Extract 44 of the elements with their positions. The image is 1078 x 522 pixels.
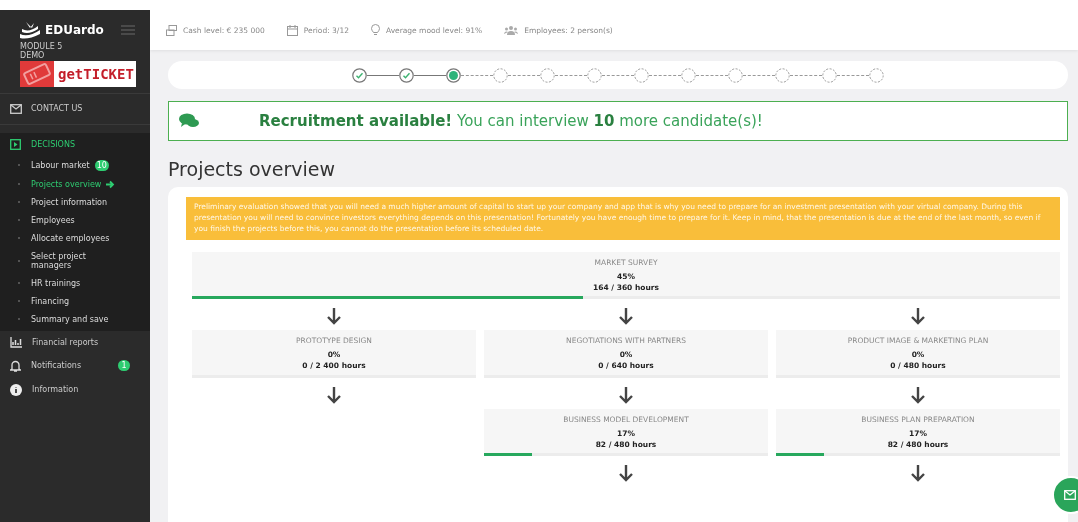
company-logo: getTICKET: [20, 60, 136, 87]
banner-text: Recruitment available! You can interview 10 more candidate(s)!: [259, 112, 763, 130]
nav-subitem[interactable]: Projects overview: [0, 175, 150, 194]
arrow-down-icon: [910, 307, 926, 326]
page-title: Projects overview: [168, 158, 337, 180]
count-badge: 10: [94, 159, 109, 171]
lightbulb-icon: [370, 24, 380, 36]
info-icon: [10, 383, 22, 396]
chart-icon: [10, 336, 22, 348]
nav-subitem[interactable]: Employees: [0, 211, 150, 230]
arrow-down-icon: [618, 464, 634, 483]
arrow-right-icon: [106, 179, 116, 189]
arrow-down-icon: [618, 385, 634, 404]
bell-icon: [10, 359, 21, 372]
people-icon: [504, 24, 519, 36]
contact-link[interactable]: CONTACT US: [0, 92, 150, 125]
logo-icon: [18, 20, 42, 40]
nav-subitem[interactable]: Labour market 10: [0, 155, 150, 176]
nav-item[interactable]: Information: [0, 377, 150, 402]
count-badge: 1: [118, 360, 130, 372]
nav-subitem[interactable]: Financing: [0, 292, 150, 311]
chat-icon: [179, 113, 199, 129]
arrow-down-icon: [618, 307, 634, 326]
arrow-down-icon: [910, 464, 926, 483]
ticket-icon: [22, 62, 52, 85]
nav-subitem[interactable]: Project information: [0, 193, 150, 212]
play-icon: [10, 138, 21, 150]
mail-icon: [1064, 490, 1076, 500]
nav-subitem[interactable]: Allocate employees: [0, 229, 150, 248]
nav-item[interactable]: Notifications 1: [0, 353, 150, 378]
mail-icon: [10, 103, 22, 114]
arrow-down-icon: [326, 307, 342, 326]
arrow-down-icon: [326, 385, 342, 404]
nav-subitem[interactable]: Select project managers: [0, 247, 150, 275]
brand-name: EDUardo: [45, 23, 104, 37]
nav-item[interactable]: DECISIONS: [0, 132, 150, 156]
nav-subitem[interactable]: Summary and save: [0, 310, 150, 329]
module-label: MODULE 5 DEMO: [19, 43, 64, 61]
menu-icon[interactable]: [120, 25, 135, 35]
arrow-down-icon: [910, 385, 926, 404]
calendar-icon: [286, 24, 298, 36]
nav-subitem[interactable]: HR trainings: [0, 274, 150, 293]
nav-item[interactable]: Financial reports: [0, 330, 150, 354]
money-icon: [166, 24, 177, 36]
